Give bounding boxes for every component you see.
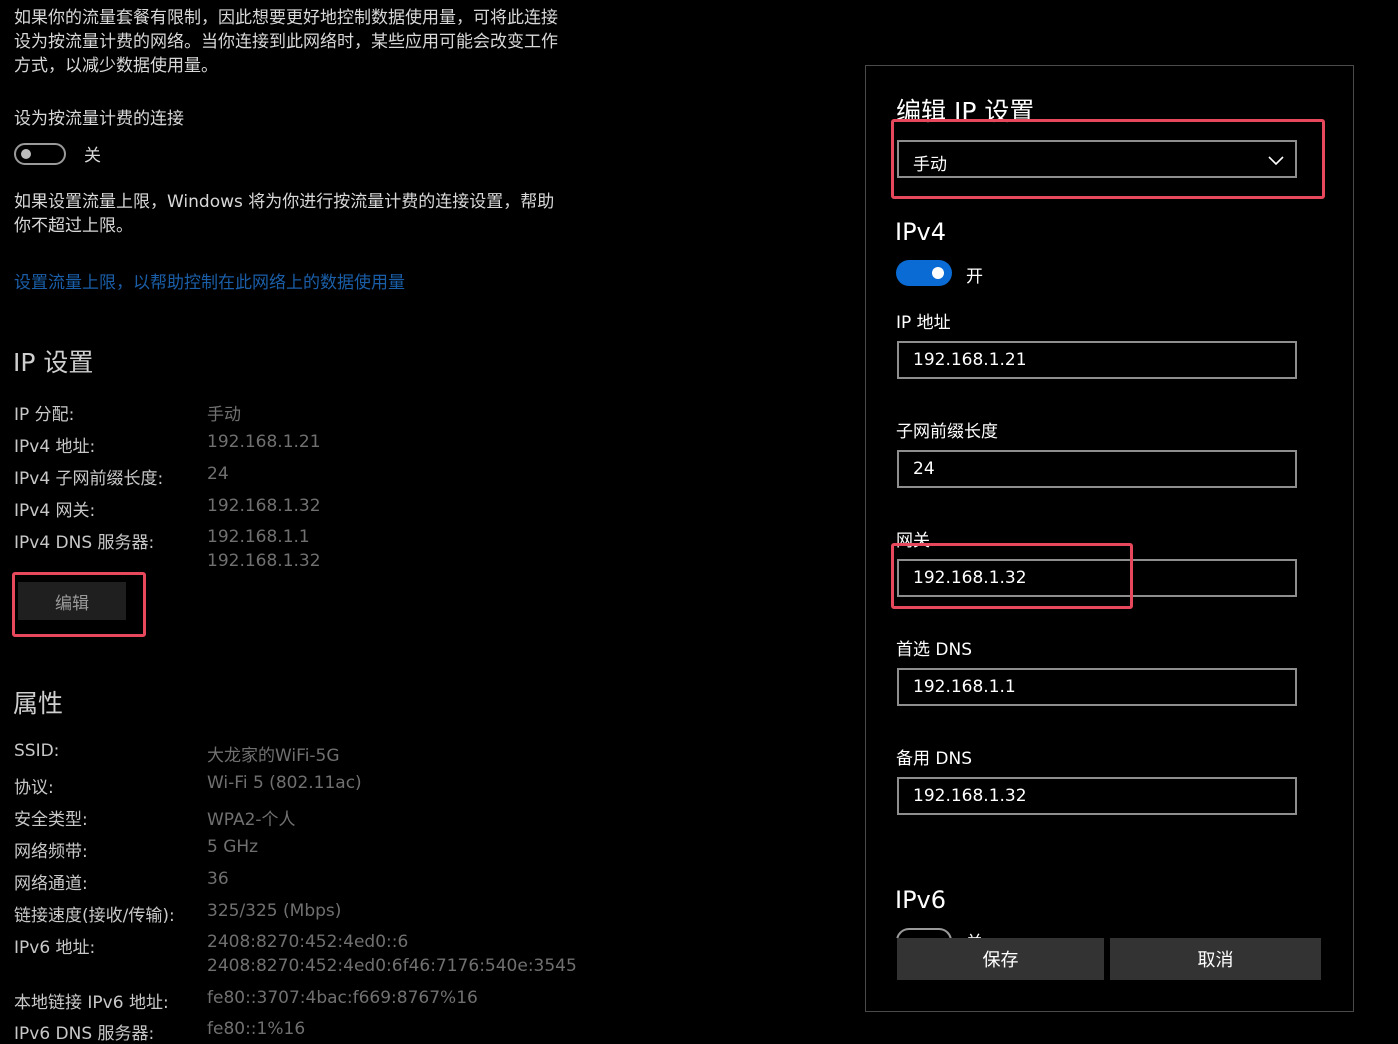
ipv4-dns-value-1: 192.168.1.1 — [207, 527, 310, 547]
ipv4-prefix-label: IPv4 子网前缀长度: — [14, 469, 164, 489]
ipv6-toggle[interactable] — [896, 928, 952, 938]
link-local-ipv6-label: 本地链接 IPv6 地址: — [14, 993, 169, 1013]
ipv6-address-value-1: 2408:8270:452:4ed0::6 — [207, 932, 409, 952]
ipv4-dns-value-2: 192.168.1.32 — [207, 551, 321, 571]
mode-select-highlight — [891, 119, 1325, 199]
ipv4-gateway-label: IPv4 网关: — [14, 501, 96, 521]
network-band-value: 5 GHz — [207, 837, 259, 857]
ipv4-gateway-value: 192.168.1.32 — [207, 496, 321, 516]
metered-toggle-label: 设为按流量计费的连接 — [14, 109, 184, 129]
set-data-limit-link[interactable]: 设置流量上限，以帮助控制在此网络上的数据使用量 — [14, 268, 405, 293]
security-type-value: WPA2-个人 — [207, 810, 296, 830]
ip-settings-heading: IP 设置 — [13, 348, 94, 377]
ipv6-dns-value: fe80::1%16 — [207, 1019, 306, 1039]
ipv6-toggle-state: 关 — [966, 928, 983, 938]
metered-toggle-state: 关 — [84, 146, 101, 166]
ip-assignment-value: 手动 — [207, 405, 241, 425]
ipv4-prefix-value: 24 — [207, 464, 229, 484]
limit-description: 如果设置流量上限，Windows 将为你进行按流量计费的连接设置，帮助 你不超过… — [14, 192, 555, 236]
preferred-dns-field[interactable]: 192.168.1.1 — [897, 668, 1297, 706]
gateway-highlight — [891, 543, 1133, 609]
preferred-dns-label: 首选 DNS — [896, 640, 973, 660]
alternate-dns-label: 备用 DNS — [896, 749, 973, 769]
ipv6-address-label: IPv6 地址: — [14, 938, 96, 958]
ipv6-dns-label: IPv6 DNS 服务器: — [14, 1024, 155, 1044]
ipv4-address-value: 192.168.1.21 — [207, 432, 321, 452]
ipv4-toggle-state: 开 — [966, 267, 983, 287]
network-channel-value: 36 — [207, 869, 229, 889]
network-channel-label: 网络通道: — [14, 874, 88, 894]
protocol-label: 协议: — [14, 778, 54, 798]
ssid-label: SSID: — [14, 741, 60, 761]
ip-address-field[interactable]: 192.168.1.21 — [897, 341, 1297, 379]
alternate-dns-field[interactable]: 192.168.1.32 — [897, 777, 1297, 815]
security-type-label: 安全类型: — [14, 810, 88, 830]
ipv4-dns-label: IPv4 DNS 服务器: — [14, 533, 155, 553]
link-local-ipv6-value: fe80::3707:4bac:f669:8767%16 — [207, 988, 478, 1008]
protocol-value: Wi-Fi 5 (802.11ac) — [207, 773, 362, 793]
ip-address-label: IP 地址 — [896, 313, 951, 333]
ipv4-toggle[interactable] — [896, 260, 952, 286]
metered-description: 如果你的流量套餐有限制，因此想要更好地控制数据使用量，可将此连接 设为按流量计费… — [14, 8, 558, 76]
ssid-value: 大龙家的WiFi-5G — [207, 746, 340, 766]
cancel-button[interactable]: 取消 — [1110, 938, 1321, 980]
network-band-label: 网络频带: — [14, 842, 88, 862]
properties-heading: 属性 — [13, 689, 64, 718]
link-speed-value: 325/325 (Mbps) — [207, 901, 342, 921]
metered-toggle[interactable] — [14, 143, 66, 165]
edit-button-highlight — [12, 572, 146, 637]
toggle-knob — [932, 267, 944, 279]
ipv6-heading: IPv6 — [895, 886, 947, 914]
save-button[interactable]: 保存 — [897, 938, 1104, 980]
toggle-knob — [21, 149, 31, 159]
ipv6-toggle-area: 关 — [896, 928, 1106, 938]
subnet-prefix-label: 子网前缀长度 — [896, 422, 998, 442]
ipv4-heading: IPv4 — [895, 218, 947, 246]
ipv6-address-value-2: 2408:8270:452:4ed0:6f46:7176:540e:3545 — [207, 956, 577, 976]
subnet-prefix-field[interactable]: 24 — [897, 450, 1297, 488]
edit-ip-dialog: 编辑 IP 设置 手动 IPv4 开 IP 地址 192.168.1.21 子网… — [865, 65, 1354, 1012]
ipv4-address-label: IPv4 地址: — [14, 437, 96, 457]
ip-assignment-label: IP 分配: — [14, 405, 75, 425]
link-speed-label: 链接速度(接收/传输): — [14, 906, 175, 926]
